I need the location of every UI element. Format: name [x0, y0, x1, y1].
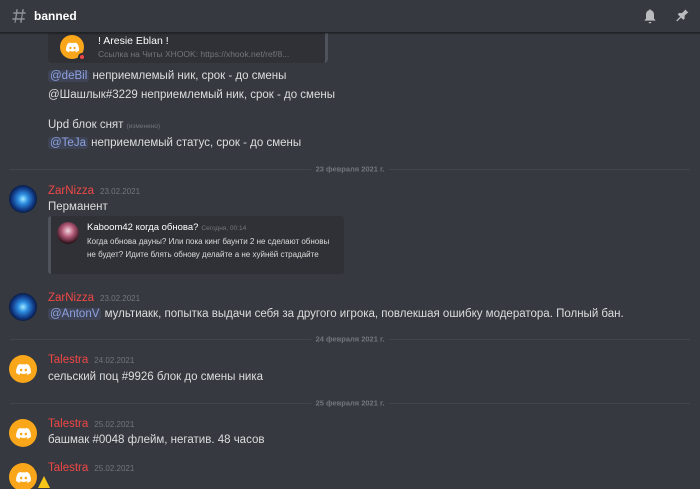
link-embed[interactable]: ! Aresie Eblan ! Ссылка на Читы XHOOK: h…: [48, 33, 328, 63]
message-list: ! Aresie Eblan ! Ссылка на Читы XHOOK: h…: [0, 33, 700, 489]
username[interactable]: Talestra: [48, 418, 88, 430]
message-text: @Шашлык#3229 неприемлемый ник, срок - до…: [48, 89, 335, 101]
message-text: Upd блок снят: [48, 119, 124, 131]
user-mention[interactable]: @deBil: [48, 70, 90, 82]
timestamp: 24.02.2021: [94, 356, 135, 365]
message-text: сельский поц #9926 блок до смены ника: [48, 371, 264, 383]
date-divider-label: 25 февраля 2021 г.: [311, 398, 389, 408]
username[interactable]: ZarNizza: [48, 185, 94, 197]
timestamp: 25.02.2021: [94, 420, 135, 429]
message-header: Talestra 24.02.2021: [48, 354, 134, 366]
user-mention[interactable]: @TeJa: [48, 137, 88, 149]
discord-logo-icon: [15, 363, 31, 375]
message-text: Перманент: [48, 201, 108, 213]
embed-body[interactable]: Ссылка на Читы XHOOK: https://xhook.net/…: [98, 49, 324, 59]
message-line: @TeJa неприемлемый статус, срок - до сме…: [48, 135, 301, 151]
avatar[interactable]: [9, 293, 37, 321]
user-mention[interactable]: @AntonV: [48, 308, 102, 320]
quote-avatar: [57, 222, 79, 244]
message-header: ZarNizza 23.02.2021: [48, 185, 140, 197]
quote-header: Kaboom42 когда обнова? Сегодня, 00:14: [87, 222, 246, 233]
date-divider: 24 февраля 2021 г.: [10, 334, 690, 344]
quoted-message[interactable]: Kaboom42 когда обнова? Сегодня, 00:14 Ког…: [48, 216, 344, 274]
quote-body: Когда обнова дауны? Или пока кинг баунти…: [87, 237, 330, 259]
avatar[interactable]: [9, 463, 37, 489]
message-line: @AntonV мультиакк, попытка выдачи себя з…: [48, 306, 624, 322]
discord-logo-icon: [15, 427, 31, 439]
date-divider-label: 23 февраля 2021 г.: [311, 164, 389, 174]
message-text: башмак #0048 флейм, негатив. 48 часов: [48, 434, 265, 446]
message-line: @Шашлык#3229 неприемлемый ник, срок - до…: [48, 87, 335, 103]
message-line: @deBil неприемлемый ник, срок - до смены: [48, 68, 286, 84]
message-text: неприемлемый ник, срок - до смены: [89, 70, 287, 82]
mouse-cursor: [38, 476, 50, 488]
channel-name: banned: [34, 9, 77, 23]
message-text: неприемлемый статус, срок - до смены: [87, 137, 302, 149]
timestamp: 23.02.2021: [100, 187, 141, 196]
pin-icon[interactable]: [674, 8, 690, 24]
date-divider: 23 февраля 2021 г.: [10, 164, 690, 174]
message-header: Talestra 25.02.2021: [48, 462, 134, 474]
username[interactable]: ZarNizza: [48, 292, 94, 304]
timestamp: 23.02.2021: [100, 294, 141, 303]
date-divider: 25 февраля 2021 г.: [10, 398, 690, 408]
message-header: ZarNizza 23.02.2021: [48, 292, 140, 304]
channel-header: banned: [0, 0, 700, 33]
quote-time: Сегодня, 00:14: [201, 225, 247, 232]
username[interactable]: Talestra: [48, 462, 88, 474]
avatar[interactable]: [9, 355, 37, 383]
edited-label: (изменено): [126, 123, 161, 130]
status-dot: [78, 53, 86, 61]
discord-logo-icon: [65, 42, 79, 52]
timestamp: 25.02.2021: [94, 464, 135, 473]
date-divider-label: 24 февраля 2021 г.: [311, 334, 389, 344]
bell-icon[interactable]: [642, 8, 658, 24]
embed-title: ! Aresie Eblan !: [98, 35, 169, 47]
message-line: Upd блок снят (изменено): [48, 117, 160, 135]
message-text: мультиакк, попытка выдачи себя за другог…: [101, 308, 624, 320]
avatar[interactable]: [9, 185, 37, 213]
discord-logo-icon: [15, 471, 31, 483]
hashtag-icon: [12, 9, 26, 23]
avatar[interactable]: [9, 419, 37, 447]
message-header: Talestra 25.02.2021: [48, 418, 134, 430]
quote-title: Kaboom42 когда обнова?: [87, 222, 199, 233]
username[interactable]: Talestra: [48, 354, 88, 366]
